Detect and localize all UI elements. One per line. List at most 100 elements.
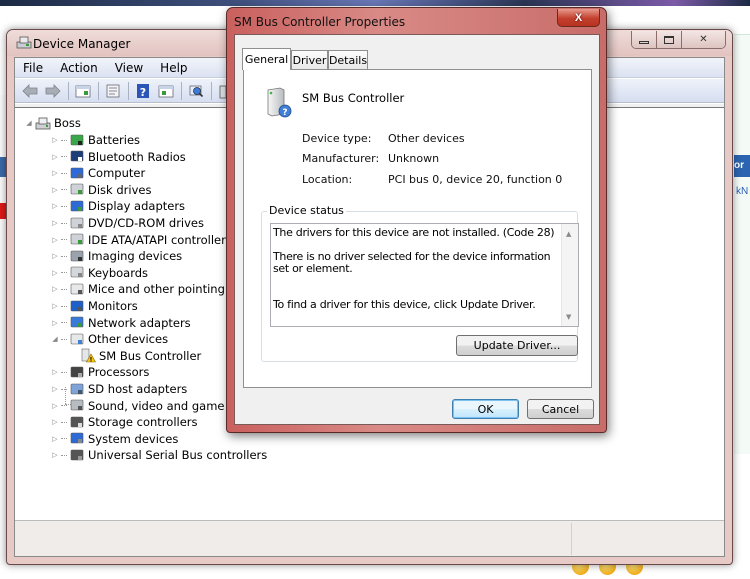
location-value: PCI bus 0, device 20, function 0 [388, 173, 563, 186]
tab-driver[interactable]: Driver [291, 50, 328, 70]
tree-item-label: Network adapters [88, 315, 191, 330]
tree-item[interactable]: ▷ Monitors [51, 298, 137, 314]
tab-general-label: General [244, 53, 289, 66]
dvd-drive-icon [70, 217, 84, 228]
close-icon: ✕ [699, 34, 708, 45]
expand-arrow-icon[interactable]: ▷ [51, 319, 59, 327]
expand-arrow-icon[interactable]: ▷ [51, 451, 59, 459]
action-pane-button[interactable] [156, 82, 176, 100]
tree-item-label: System devices [88, 431, 179, 446]
maximize-button[interactable] [657, 31, 682, 48]
tree-item[interactable]: ▷ Computer [51, 165, 145, 181]
expand-arrow-icon[interactable]: ▷ [51, 202, 59, 210]
disk-drive-icon [70, 183, 84, 195]
menu-help[interactable]: Help [159, 61, 187, 75]
tree-item-label: SM Bus Controller [99, 348, 202, 363]
status-scrollbar[interactable]: ▲ ▼ [561, 224, 578, 326]
expand-arrow-icon[interactable]: ▷ [51, 368, 59, 376]
toolbar-separator [98, 81, 99, 100]
expand-arrow-icon[interactable]: ▷ [51, 269, 59, 277]
usb-icon [70, 449, 84, 461]
properties-icon [106, 84, 120, 97]
tree-connector [61, 222, 67, 224]
tree-item-label: Processors [88, 365, 150, 380]
tree-item[interactable]: ▷ Universal Serial Bus controllers [51, 447, 267, 463]
show-hide-console-tree-button[interactable] [73, 82, 93, 100]
tree-item[interactable]: ▷ Storage controllers [51, 414, 197, 430]
display-adapter-icon [70, 200, 84, 212]
back-button[interactable] [20, 82, 40, 100]
tab-driver-label: Driver [292, 54, 327, 67]
scroll-up-icon[interactable]: ▲ [566, 228, 571, 240]
device-manager-icon [16, 36, 32, 49]
scroll-down-icon[interactable]: ▼ [566, 311, 571, 323]
tree-item[interactable]: ▷ System devices [51, 431, 178, 447]
expand-arrow-icon[interactable]: ▷ [51, 153, 59, 161]
ide-controller-icon [70, 233, 84, 245]
svg-text:!: ! [90, 357, 93, 364]
tree-item[interactable]: ▷ DVD/CD-ROM drives [51, 215, 204, 231]
scan-hardware-button[interactable] [186, 82, 206, 100]
expand-arrow-icon[interactable]: ▷ [51, 252, 59, 260]
ok-button[interactable]: OK [452, 399, 519, 419]
tree-item[interactable]: ▷ Imaging devices [51, 248, 182, 264]
dialog-title: SM Bus Controller Properties [234, 15, 406, 29]
maximize-icon [664, 35, 674, 44]
collapse-arrow-icon[interactable]: ◢ [25, 119, 33, 127]
tree-connector [61, 421, 67, 423]
expand-arrow-icon[interactable]: ▷ [51, 402, 59, 410]
imaging-device-icon [70, 250, 84, 261]
expand-arrow-icon[interactable]: ▷ [51, 285, 59, 293]
status-bar-divider [571, 523, 572, 555]
expand-arrow-icon[interactable]: ▷ [51, 186, 59, 194]
close-icon: X [574, 11, 583, 24]
tree-item[interactable]: ▷ Processors [51, 364, 149, 380]
help-button[interactable]: ? [133, 82, 153, 100]
expand-arrow-icon[interactable]: ▷ [51, 418, 59, 426]
update-driver-button[interactable]: Update Driver... [456, 335, 578, 356]
tree-item[interactable]: ▷ Keyboards [51, 265, 148, 281]
background-window-panel [734, 34, 750, 454]
dialog-close-button[interactable]: X [557, 9, 600, 27]
expand-arrow-icon[interactable]: ▷ [51, 435, 59, 443]
toolbar-separator [181, 81, 182, 100]
background-header-fragment: or [734, 155, 750, 177]
expand-arrow-icon[interactable]: ▷ [51, 236, 59, 244]
expand-arrow-icon[interactable]: ▷ [51, 136, 59, 144]
expand-arrow-icon[interactable]: ▷ [51, 302, 59, 310]
tree-item[interactable]: ▷ Bluetooth Radios [51, 149, 186, 165]
tree-item[interactable]: ▷ Display adapters [51, 198, 185, 214]
minimize-button[interactable] [632, 31, 657, 48]
tree-item[interactable]: ◢ Other devices [51, 331, 168, 347]
menu-action[interactable]: Action [59, 61, 98, 75]
forward-button[interactable] [43, 82, 63, 100]
tree-root[interactable]: ◢ Boss [25, 115, 81, 131]
tree-item-label: Imaging devices [88, 249, 183, 264]
tree-item-label: SD host adapters [88, 382, 188, 396]
close-button[interactable]: ✕ [682, 31, 725, 48]
tree-item[interactable]: ▷ Batteries [51, 132, 140, 148]
device-status-textbox[interactable]: The drivers for this device are not inst… [270, 223, 579, 327]
collapse-arrow-icon[interactable]: ◢ [51, 335, 59, 343]
cancel-button[interactable]: Cancel [527, 399, 594, 419]
menu-view[interactable]: View [114, 61, 143, 75]
properties-button[interactable] [103, 82, 123, 100]
console-tree-icon [75, 85, 91, 97]
tree-item[interactable]: ▷ Network adapters [51, 315, 191, 331]
menu-file[interactable]: File [22, 61, 43, 75]
tree-item-label: Batteries [88, 133, 141, 147]
tree-item-child[interactable]: ! SM Bus Controller [80, 348, 201, 364]
expand-arrow-icon[interactable]: ▷ [51, 169, 59, 177]
expand-arrow-icon[interactable]: ▷ [51, 219, 59, 227]
tree-item[interactable]: ▷ SD host adapters [51, 381, 187, 397]
tree-connector [61, 454, 67, 456]
tree-item[interactable]: ▷ Disk drives [51, 182, 151, 198]
processor-icon [70, 366, 84, 378]
tree-item[interactable]: ▷ IDE ATA/ATAPI controllers [51, 232, 232, 248]
status-line: The drivers for this device are not inst… [273, 226, 555, 239]
tree-connector [61, 322, 67, 324]
tree-item-label: Universal Serial Bus controllers [88, 448, 268, 463]
tab-general[interactable]: General [242, 48, 291, 70]
expand-arrow-icon[interactable]: ▷ [51, 385, 59, 393]
tab-details[interactable]: Details [328, 50, 368, 70]
